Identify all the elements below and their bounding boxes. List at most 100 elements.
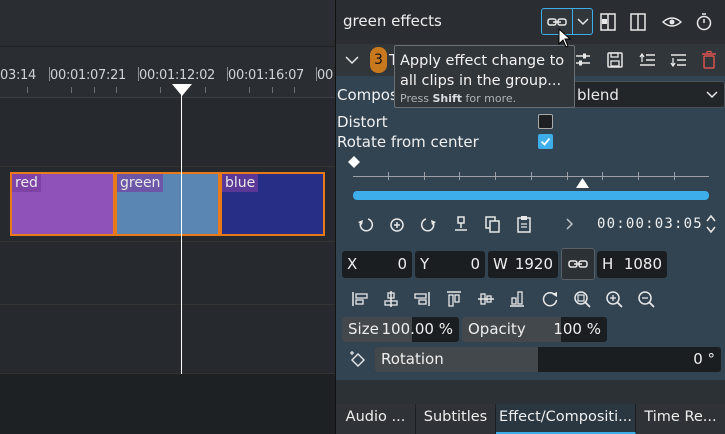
align-keyframe-icon[interactable] <box>451 214 471 234</box>
keyframe-timeline-bar[interactable] <box>353 191 709 200</box>
tooltip-hint-suffix: for more. <box>462 92 517 105</box>
ruler-minor-tick <box>249 87 250 93</box>
timeline-track[interactable] <box>0 98 335 167</box>
composition-mode-value: blend <box>577 86 619 104</box>
save-icon[interactable] <box>606 50 624 70</box>
tab-time-remapping[interactable]: Time Re... <box>636 404 725 434</box>
keyframe-ruler-tick <box>459 172 460 180</box>
adjust-icon[interactable] <box>574 50 592 70</box>
tab-subtitles[interactable]: Subtitles <box>416 404 496 434</box>
align-right-icon[interactable] <box>412 289 432 309</box>
y-position-field[interactable]: Y 0 <box>415 251 485 278</box>
ruler-minor-tick <box>294 87 295 93</box>
keyframe-ruler-tick <box>567 172 568 180</box>
height-field[interactable]: H 1080 <box>597 251 667 278</box>
playhead-line[interactable] <box>181 88 182 374</box>
opacity-slider[interactable]: Opacity 100 % <box>462 317 607 342</box>
w-value: 1920 <box>514 255 553 273</box>
rotate-from-center-label: Rotate from center <box>337 133 479 151</box>
ruler-minor-tick <box>272 87 273 93</box>
clip-blue[interactable]: blue <box>220 172 325 236</box>
align-bottom-icon[interactable] <box>507 289 527 309</box>
composition-mode-select[interactable]: blend <box>560 81 725 108</box>
link-icon <box>568 255 588 273</box>
timeline-track[interactable] <box>0 305 335 374</box>
keyframe-ruler-tick <box>495 172 496 180</box>
clip-label: red <box>12 174 41 192</box>
rotation-value: 0 ° <box>693 350 715 368</box>
rotation-keyframe-icon[interactable] <box>348 350 368 370</box>
ruler-minor-tick <box>160 87 161 93</box>
size-slider[interactable]: Size 100.00 % <box>342 317 459 342</box>
width-field[interactable]: W 1920 <box>488 251 558 278</box>
ruler-tick-label: 00 <box>317 68 333 83</box>
ruler-minor-tick <box>94 87 95 93</box>
keyframe-ruler-tick <box>674 172 675 180</box>
align-left-icon[interactable] <box>350 289 370 309</box>
button-separator <box>572 9 573 34</box>
previous-keyframe-icon[interactable] <box>355 214 375 234</box>
w-label: W <box>493 255 508 273</box>
effect-panel-header: green effects <box>336 0 725 44</box>
ruler-tick-label: 00:01:07:21 <box>50 68 127 83</box>
clip-red[interactable]: red <box>10 172 115 236</box>
timeline-panel: 03:14 00:01:07:21 00:01:12:02 00:01:16:0… <box>0 0 335 434</box>
clip-green[interactable]: green <box>115 172 220 236</box>
x-value: 0 <box>397 255 407 273</box>
ruler-minor-tick <box>116 87 117 93</box>
playhead-marker-icon[interactable] <box>172 84 192 96</box>
zoom-in-icon[interactable] <box>604 289 624 309</box>
align-hcenter-icon[interactable] <box>381 289 401 309</box>
tooltip: Apply effect change to all clips in the … <box>394 45 575 108</box>
split-view-icon[interactable] <box>628 11 650 33</box>
ruler-minor-tick <box>27 87 28 93</box>
timer-icon[interactable] <box>693 11 715 33</box>
rotation-slider[interactable]: Rotation 0 ° <box>375 347 721 372</box>
tab-audio[interactable]: Audio ... <box>336 404 416 434</box>
keyframe-ruler-tick <box>424 172 425 180</box>
x-label: X <box>347 255 358 273</box>
zoom-out-icon[interactable] <box>636 289 656 309</box>
chevron-right-icon[interactable] <box>560 214 580 234</box>
add-keyframe-icon[interactable] <box>387 214 407 234</box>
ruler-tick-label: 00:01:16:07 <box>228 68 305 83</box>
split-compare-icon[interactable] <box>598 11 620 33</box>
reset-icon[interactable] <box>540 289 560 309</box>
distort-checkbox[interactable] <box>538 114 553 129</box>
tab-effect-composition[interactable]: Effect/Compositi... <box>496 404 636 434</box>
delete-icon[interactable] <box>700 50 718 70</box>
timeline-track[interactable] <box>0 242 335 305</box>
zoom-fit-icon[interactable] <box>572 289 592 309</box>
timeline-ruler[interactable]: 03:14 00:01:07:21 00:01:12:02 00:01:16:0… <box>0 47 335 98</box>
next-keyframe-icon[interactable] <box>419 214 439 234</box>
collapse-chevron-icon[interactable] <box>344 52 360 68</box>
ruler-minor-tick <box>205 87 206 93</box>
rotate-from-center-checkbox[interactable] <box>538 134 553 149</box>
ruler-tick-label: 00:01:12:02 <box>139 68 216 83</box>
effect-index-badge: 3 <box>370 47 387 73</box>
eye-icon[interactable] <box>661 11 683 33</box>
x-position-field[interactable]: X 0 <box>342 251 412 278</box>
timecode-spinner-icon[interactable] <box>704 212 718 236</box>
keyframe-ruler-tick <box>531 172 532 180</box>
h-value: 1080 <box>623 255 662 273</box>
keyframe-ruler-tick <box>638 172 639 180</box>
keyframe-ruler-tick <box>388 172 389 180</box>
keyframe-timecode[interactable]: 00:00:03:05 <box>597 216 703 232</box>
panel-title: green effects <box>343 12 442 30</box>
y-label: Y <box>420 255 430 273</box>
move-down-icon[interactable] <box>669 50 687 70</box>
keyframe-diamond-icon[interactable] <box>348 156 360 168</box>
keyframe-position-marker-icon[interactable] <box>576 178 589 188</box>
align-top-icon[interactable] <box>444 289 464 309</box>
copy-keyframe-icon[interactable] <box>482 214 502 234</box>
lock-aspect-button[interactable] <box>561 248 595 280</box>
ruler-tick-label: 03:14 <box>0 68 36 83</box>
move-up-icon[interactable] <box>638 50 656 70</box>
align-vcenter-icon[interactable] <box>476 289 496 309</box>
dropdown-chevron-icon[interactable] <box>576 14 590 30</box>
paste-keyframe-icon[interactable] <box>514 214 534 234</box>
mouse-cursor-icon <box>558 28 572 48</box>
dock-tab-bar: Audio ... Subtitles Effect/Compositi... … <box>336 404 725 434</box>
tooltip-hint-key: Shift <box>432 92 463 105</box>
